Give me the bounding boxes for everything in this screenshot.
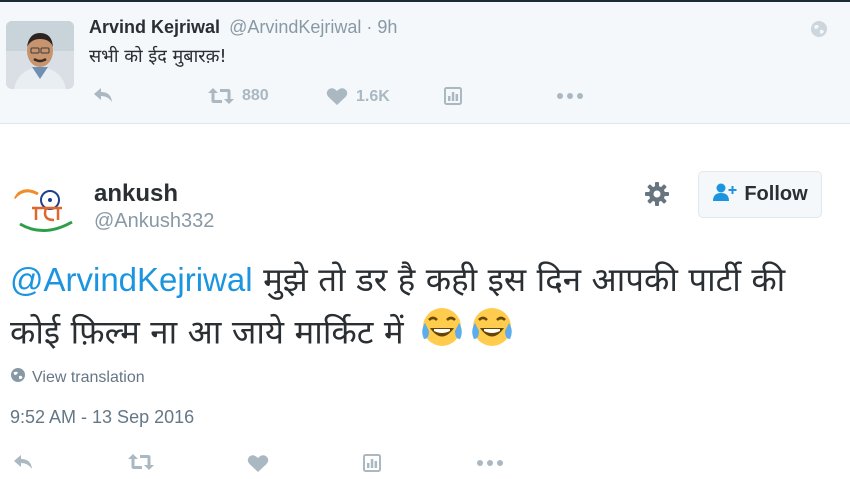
retweet-count: 880 <box>242 87 269 104</box>
globe-icon <box>10 367 26 388</box>
analytics-icon <box>363 454 381 472</box>
quoted-tweet[interactable]: Arvind Kejriwal @ArvindKejriwal · 9h सभी… <box>0 0 850 124</box>
analytics-button[interactable] <box>444 87 462 105</box>
tweet-time[interactable]: · 9h <box>366 17 397 37</box>
follow-label: Follow <box>744 183 808 205</box>
ankush-avatar[interactable] <box>10 180 78 248</box>
like-button[interactable] <box>247 454 269 473</box>
more-icon <box>476 459 504 467</box>
view-translation-label: View translation <box>32 368 145 386</box>
author-name[interactable]: ankush <box>94 180 178 208</box>
tears-of-joy-emoji <box>470 305 514 363</box>
more-button[interactable] <box>476 459 504 467</box>
reply-button[interactable] <box>92 86 114 104</box>
like-count: 1.6K <box>356 87 390 105</box>
reply-icon <box>12 453 34 471</box>
tears-of-joy-emoji <box>420 305 464 363</box>
tweet-text: @ArvindKejriwal मुझे तो डर है कही इस दिन… <box>10 255 840 363</box>
follow-person-icon <box>712 182 738 208</box>
reply-icon <box>92 86 114 104</box>
tweet-timestamp[interactable]: 9:52 AM - 13 Sep 2016 <box>10 407 194 428</box>
more-button[interactable] <box>556 92 584 100</box>
mention-link[interactable]: @ArvindKejriwal <box>10 261 253 298</box>
analytics-button[interactable] <box>363 454 381 472</box>
follow-button[interactable]: Follow <box>698 171 822 218</box>
more-icon <box>556 92 584 100</box>
author-name[interactable]: Arvind Kejriwal <box>89 17 220 37</box>
analytics-icon <box>444 87 462 105</box>
gear-icon[interactable] <box>643 180 671 208</box>
retweet-icon <box>208 87 234 105</box>
author-handle[interactable]: @Ankush332 <box>94 210 214 233</box>
retweet-icon <box>128 453 154 471</box>
quoted-tweet-text: सभी को ईद मुबारक़! <box>89 46 227 67</box>
like-button[interactable]: 1.6K <box>326 87 390 106</box>
quoted-tweet-header: Arvind Kejriwal @ArvindKejriwal · 9h <box>89 17 397 38</box>
retweet-button[interactable] <box>128 453 154 471</box>
retweet-button[interactable]: 880 <box>208 87 269 105</box>
reply-button[interactable] <box>12 453 34 471</box>
kejriwal-avatar[interactable] <box>6 21 74 89</box>
like-icon <box>326 87 348 106</box>
author-handle[interactable]: @ArvindKejriwal <box>229 17 361 37</box>
globe-icon <box>810 20 828 38</box>
view-translation-link[interactable]: View translation <box>10 367 145 388</box>
like-icon <box>247 454 269 473</box>
